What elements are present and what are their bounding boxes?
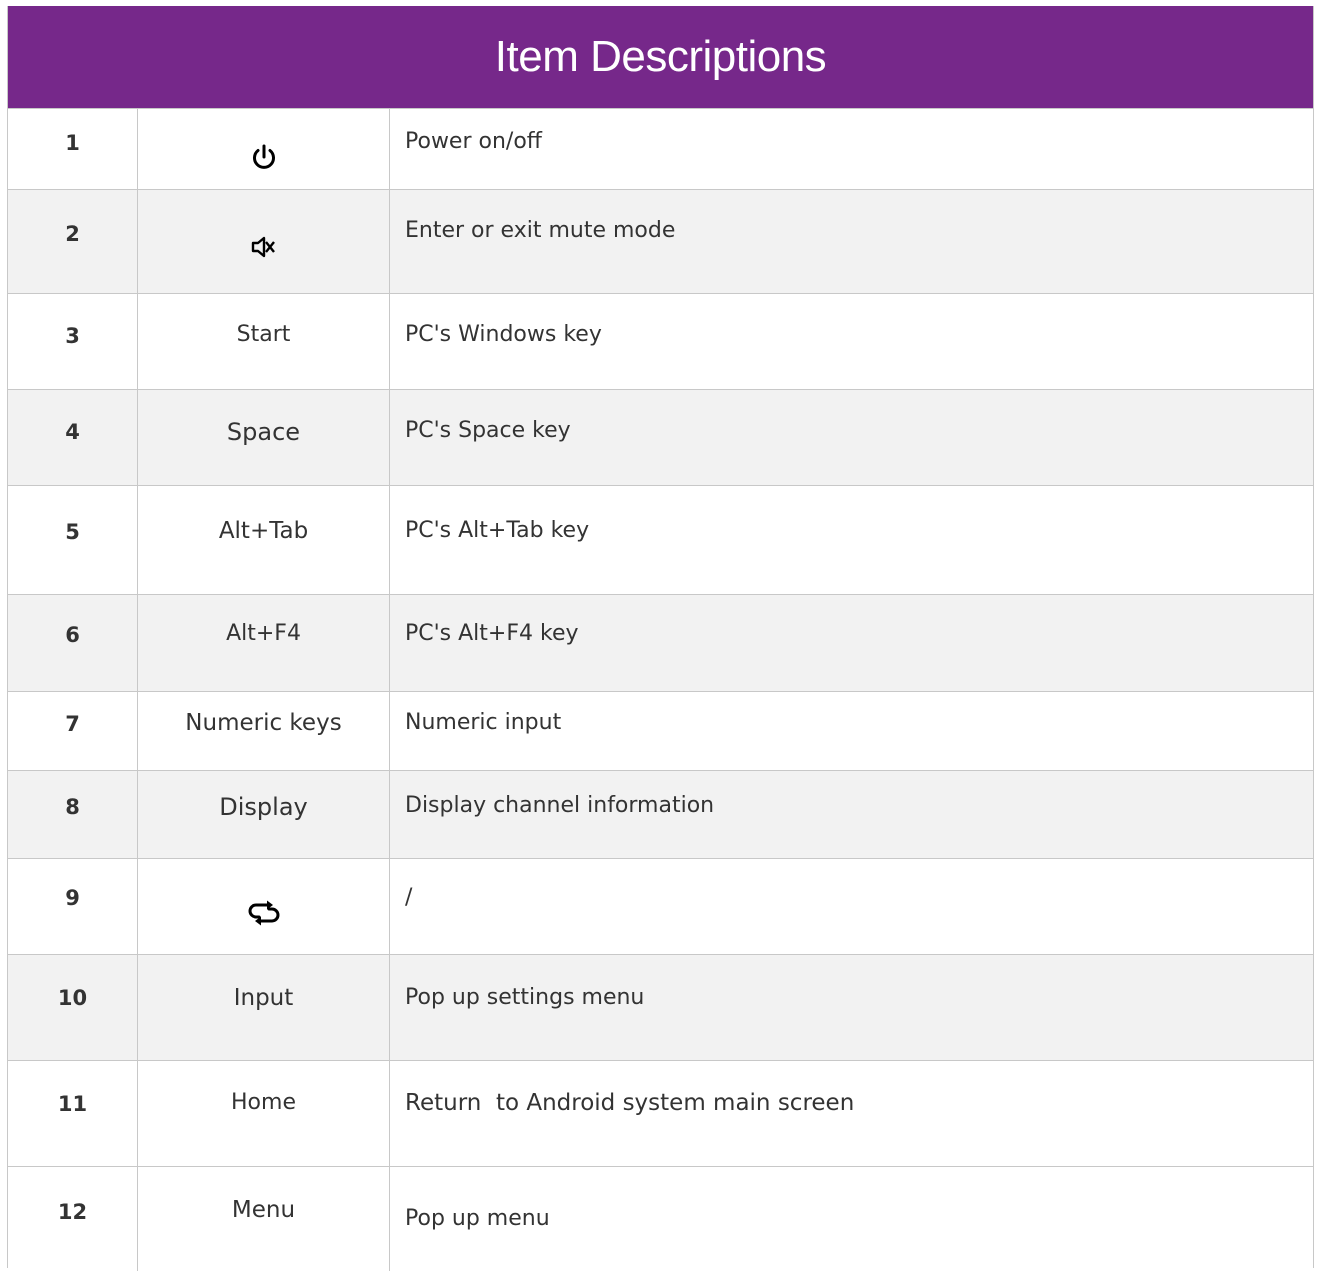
item-key: Input xyxy=(138,955,390,1060)
item-key: Alt+F4 xyxy=(138,595,390,691)
table-row: 9 / xyxy=(8,859,1313,955)
item-description: PC's Alt+Tab key xyxy=(405,518,590,543)
mute-icon xyxy=(251,236,275,258)
table-row: 2 Enter or exit mute mode xyxy=(8,190,1313,294)
item-description: Return to Android system main screen xyxy=(405,1090,855,1116)
item-description: Power on/off xyxy=(405,129,542,154)
table-row: 12 Menu Pop up menu xyxy=(8,1167,1313,1271)
table-header: Item Descriptions xyxy=(8,6,1313,109)
item-key: Space xyxy=(138,390,390,485)
item-number: 4 xyxy=(8,390,138,485)
item-number: 12 xyxy=(8,1167,138,1271)
item-descriptions-table: Item Descriptions 1 Power on/off 2 Enter… xyxy=(7,6,1314,1271)
item-number: 6 xyxy=(8,595,138,691)
table-row: 3 Start PC's Windows key xyxy=(8,294,1313,390)
table-row: 10 Input Pop up settings menu xyxy=(8,955,1313,1061)
repeat-icon xyxy=(248,900,279,926)
item-description: Pop up menu xyxy=(405,1206,550,1231)
item-number: 3 xyxy=(8,294,138,389)
item-number: 7 xyxy=(8,692,138,770)
table-row: 11 Home Return to Android system main sc… xyxy=(8,1061,1313,1167)
item-description: Numeric input xyxy=(405,710,562,735)
item-description: / xyxy=(405,885,413,910)
item-number: 10 xyxy=(8,955,138,1060)
item-description: PC's Windows key xyxy=(405,322,602,347)
item-key xyxy=(138,859,390,954)
item-number: 5 xyxy=(8,486,138,594)
item-key: Menu xyxy=(138,1167,390,1271)
item-key xyxy=(138,109,390,189)
item-key xyxy=(138,190,390,293)
item-description: PC's Alt+F4 key xyxy=(405,621,579,646)
item-number: 11 xyxy=(8,1061,138,1166)
table-row: 7 Numeric keys Numeric input xyxy=(8,692,1313,771)
item-number: 9 xyxy=(8,859,138,954)
table-row: 5 Alt+Tab PC's Alt+Tab key xyxy=(8,486,1313,595)
table-row: 8 Display Display channel information xyxy=(8,771,1313,859)
item-key: Home xyxy=(138,1061,390,1166)
item-description: Enter or exit mute mode xyxy=(405,218,676,243)
item-description: Pop up settings menu xyxy=(405,985,645,1010)
item-number: 2 xyxy=(8,190,138,293)
power-icon xyxy=(252,144,275,169)
item-number: 1 xyxy=(8,109,138,189)
item-number: 8 xyxy=(8,771,138,858)
table-row: 6 Alt+F4 PC's Alt+F4 key xyxy=(8,595,1313,692)
item-description: Display channel information xyxy=(405,793,715,818)
item-key: Display xyxy=(138,771,390,858)
item-key: Alt+Tab xyxy=(138,486,390,594)
table-title: Item Descriptions xyxy=(494,32,827,81)
table-row: 1 Power on/off xyxy=(8,109,1313,190)
item-description: PC's Space key xyxy=(405,418,571,443)
item-key: Start xyxy=(138,294,390,389)
item-key: Numeric keys xyxy=(138,692,390,770)
table-row: 4 Space PC's Space key xyxy=(8,390,1313,486)
